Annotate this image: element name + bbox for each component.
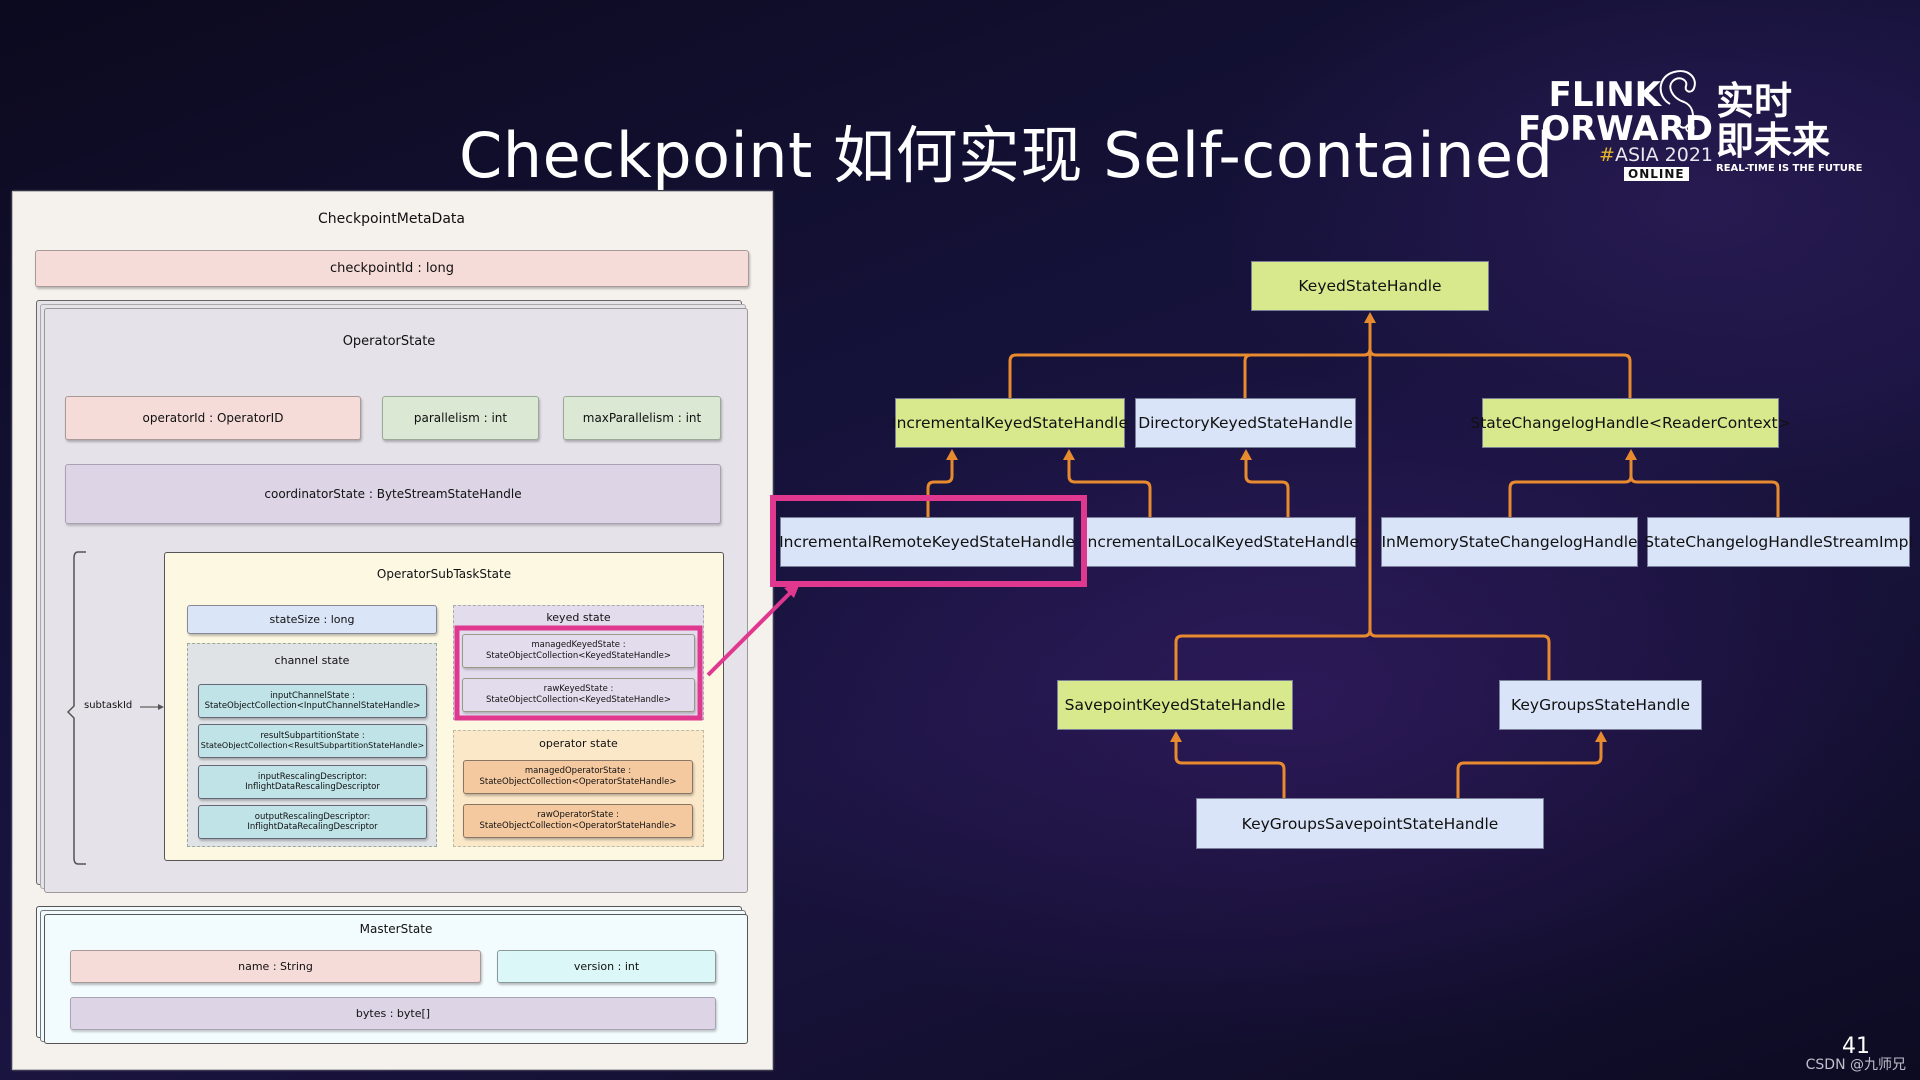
checkpoint-metadata-title: CheckpointMetaData bbox=[318, 211, 465, 227]
field-name: outputRescalingDescriptor: bbox=[254, 811, 371, 822]
field-name: managedKeyedState : bbox=[531, 640, 626, 651]
edge-incLocal-to-incremental bbox=[1067, 458, 1152, 517]
managed-operator-state-field: managedOperatorState : StateObjectCollec… bbox=[463, 760, 693, 794]
logo-cn-line1: 实时 bbox=[1716, 79, 1793, 123]
channel-state-title: channel state bbox=[274, 654, 350, 667]
credit-watermark: CSDN @九师兄 bbox=[1805, 1057, 1906, 1073]
edge-savepoint-to-keyed bbox=[1174, 321, 1372, 680]
subtask-id-label: subtaskId bbox=[84, 700, 133, 711]
logo-cn-line2: 即未来 bbox=[1716, 119, 1831, 163]
field-name: managedOperatorState : bbox=[524, 766, 632, 777]
logo-tagline: REAL-TIME IS THE FUTURE bbox=[1716, 163, 1863, 174]
edge-inMemory-to-changelog bbox=[1508, 458, 1633, 517]
master-state-title: MasterState bbox=[359, 922, 433, 936]
edge-streamImpl-to-changelog bbox=[1629, 458, 1780, 517]
parallelism-field: parallelism : int bbox=[382, 396, 539, 440]
keyed-state-title: keyed state bbox=[546, 611, 611, 624]
node-in-memory-state-changelog-handle: InMemoryStateChangelogHandle bbox=[1381, 517, 1638, 567]
edge-incLocal-to-directory bbox=[1244, 458, 1290, 517]
logo-cn: 实时 即未来 REAL-TIME IS THE FUTURE bbox=[1716, 82, 1862, 174]
edge-incRemote-to-incremental bbox=[926, 458, 954, 517]
input-channel-state-field: inputChannelState : StateObjectCollectio… bbox=[198, 684, 427, 718]
node-incremental-local-keyed-state-handle: IncrementalLocalKeyedStateHandle bbox=[1083, 517, 1359, 567]
master-state-name-field: name : String bbox=[70, 950, 481, 983]
edge-directory-to-keyed bbox=[1243, 321, 1372, 398]
logo-online-badge: ONLINE bbox=[1624, 167, 1689, 181]
squirrel-icon bbox=[1659, 70, 1696, 133]
arrowhead-icon bbox=[946, 449, 958, 460]
node-state-changelog-handle-stream-impl: StateChangelogHandleStreamImpl bbox=[1644, 517, 1913, 567]
result-subpartition-state-field: resultSubpartitionState : StateObjectCol… bbox=[198, 724, 427, 758]
edge-kgSavepoint-to-savepoint bbox=[1174, 740, 1286, 798]
operator-subtask-state-title: OperatorSubTaskState bbox=[376, 567, 512, 581]
field-name: inputChannelState : bbox=[270, 690, 355, 701]
field-type: InflightDataRecalingDescriptor bbox=[247, 822, 378, 832]
arrowhead-icon bbox=[1595, 731, 1607, 742]
raw-operator-state-field: rawOperatorState : StateObjectCollection… bbox=[463, 804, 693, 838]
node-incremental-keyed-state-handle: IncrementalKeyedStateHandle bbox=[892, 398, 1128, 448]
raw-keyed-state-field: rawKeyedState : StateObjectCollection<Ke… bbox=[462, 678, 695, 712]
logo-hash: # bbox=[1599, 144, 1615, 166]
edge-changelog-to-keyed bbox=[1368, 321, 1632, 398]
operator-state-group-title: operator state bbox=[539, 737, 618, 750]
coordinator-state-field: coordinatorState : ByteStreamStateHandle bbox=[65, 464, 721, 524]
edge-incremental-to-keyed bbox=[1008, 321, 1372, 398]
field-name: rawOperatorState : bbox=[537, 810, 619, 821]
master-state-bytes-field: bytes : byte[] bbox=[70, 997, 716, 1030]
highlight-arrowhead-icon bbox=[784, 583, 800, 598]
node-incremental-remote-keyed-state-handle: IncrementalRemoteKeyedStateHandle bbox=[779, 517, 1075, 567]
field-name: resultSubpartitionState : bbox=[260, 731, 365, 742]
logo-event-text: ASIA 2021 bbox=[1614, 144, 1714, 166]
master-state-version-field: version : int bbox=[497, 950, 716, 983]
node-key-groups-savepoint-state-handle: KeyGroupsSavepointStateHandle bbox=[1196, 798, 1544, 849]
output-rescaling-descriptor-field: outputRescalingDescriptor: InflightDataR… bbox=[198, 805, 427, 839]
field-type: StateObjectCollection<KeyedStateHandle> bbox=[486, 695, 671, 705]
field-type: StateObjectCollection<OperatorStateHandl… bbox=[479, 777, 677, 787]
field-type: StateObjectCollection<OperatorStateHandl… bbox=[479, 821, 677, 831]
arrowhead-icon bbox=[1364, 312, 1376, 323]
arrowhead-icon bbox=[1625, 449, 1637, 460]
field-name: rawKeyedState : bbox=[543, 684, 614, 695]
node-savepoint-keyed-state-handle: SavepointKeyedStateHandle bbox=[1057, 680, 1293, 730]
field-type: InflightDataRescalingDescriptor bbox=[245, 782, 380, 792]
slide-title: Checkpoint 如何实现 Self-contained bbox=[459, 119, 1554, 192]
max-parallelism-field: maxParallelism : int bbox=[563, 396, 721, 440]
field-type: StateObjectCollection<InputChannelStateH… bbox=[204, 701, 421, 711]
arrowhead-icon bbox=[1240, 449, 1252, 460]
checkpoint-id-field: checkpointId : long bbox=[35, 250, 749, 287]
managed-keyed-state-field: managedKeyedState : StateObjectCollectio… bbox=[462, 634, 695, 668]
node-state-changelog-handle: StateChangelogHandle<ReaderContext> bbox=[1470, 398, 1791, 448]
field-name: inputRescalingDescriptor: bbox=[257, 771, 368, 782]
node-key-groups-state-handle: KeyGroupsStateHandle bbox=[1499, 680, 1702, 730]
field-type: StateObjectCollection<KeyedStateHandle> bbox=[486, 651, 671, 661]
input-rescaling-descriptor-field: inputRescalingDescriptor: InflightDataRe… bbox=[198, 765, 427, 799]
arrowhead-icon bbox=[1170, 731, 1182, 742]
edge-kgSavepoint-to-keyGroups bbox=[1456, 740, 1603, 798]
operator-state-title: OperatorState bbox=[342, 334, 436, 349]
state-size-field: stateSize : long bbox=[187, 605, 437, 634]
field-type: StateObjectCollection<ResultSubpartition… bbox=[200, 741, 425, 751]
arrowhead-icon bbox=[1063, 449, 1075, 460]
node-directory-keyed-state-handle: DirectoryKeyedStateHandle bbox=[1135, 398, 1356, 448]
operator-id-field: operatorId : OperatorID bbox=[65, 396, 361, 440]
edge-keyGroups-to-keyed bbox=[1368, 321, 1551, 680]
node-keyed-state-handle: KeyedStateHandle bbox=[1251, 261, 1489, 311]
